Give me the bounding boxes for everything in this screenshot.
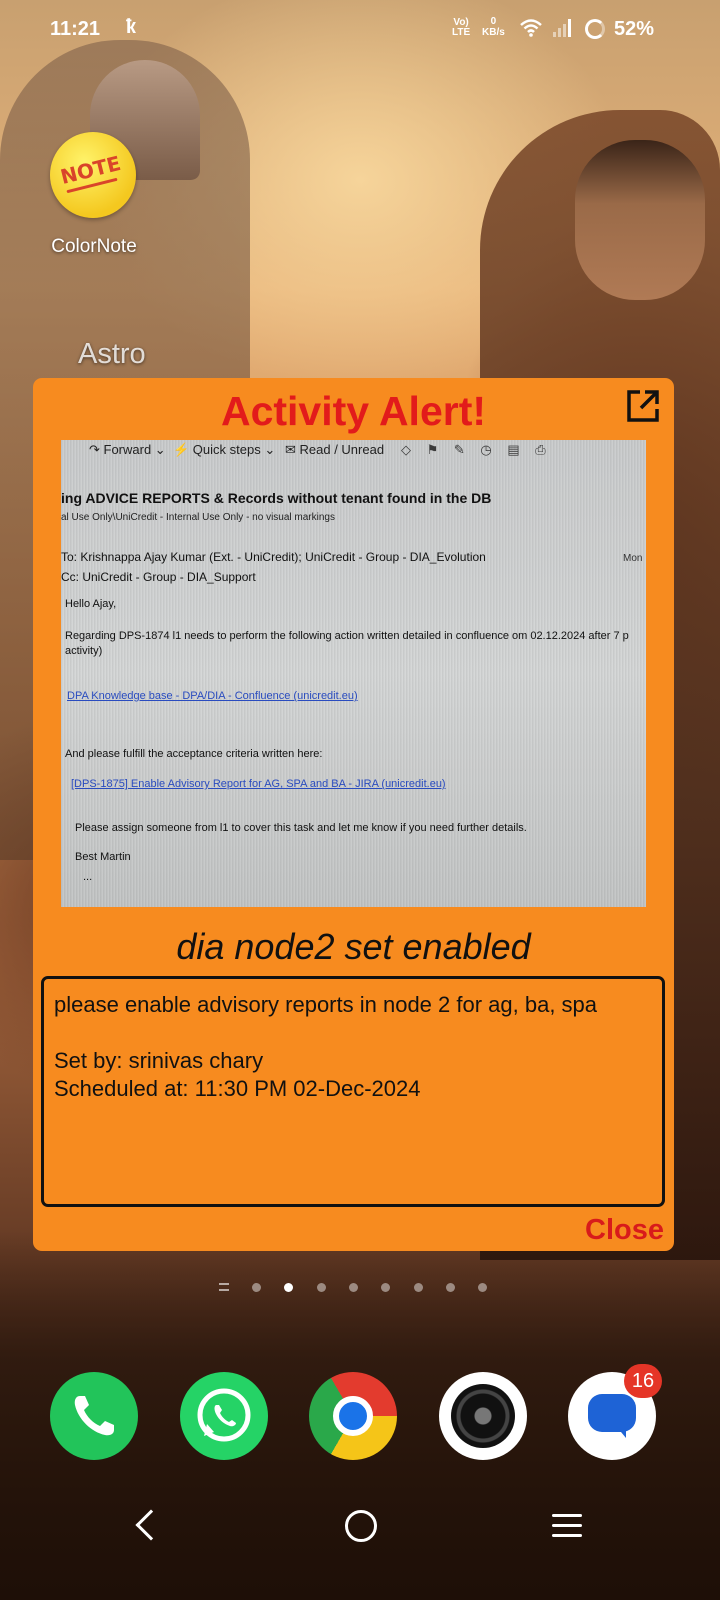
email-sensitivity-label: al Use Only\UniCredit - Internal Use Onl… (61, 512, 335, 523)
activity-alert-dialog: Activity Alert! ↷ Forward ⌄ ⚡ Quick step… (33, 378, 674, 1251)
alert-message-box: please enable advisory reports in node 2… (41, 976, 665, 1207)
email-body-1: Regarding DPS-1874 l1 needs to perform t… (65, 630, 629, 642)
alert-heading: dia node2 set enabled (176, 926, 531, 967)
alert-message-line: please enable advisory reports in node 2… (54, 992, 598, 1017)
speed-value: 0 (490, 16, 497, 27)
page-dot-active (284, 1283, 293, 1292)
phone-glyph (74, 1396, 114, 1436)
page-dot (381, 1283, 390, 1292)
messages-badge: 16 (624, 1364, 662, 1398)
open-external-icon[interactable] (625, 388, 661, 424)
wallpaper-head (575, 140, 705, 300)
whatsapp-glyph (197, 1388, 251, 1442)
chrome-icon[interactable] (309, 1372, 397, 1460)
alert-attached-image: ↷ Forward ⌄ ⚡ Quick steps ⌄ ✉ Read / Unr… (61, 440, 646, 907)
page-dot (446, 1283, 455, 1292)
email-signoff: Best Martin (75, 851, 131, 863)
email-greeting: Hello Ajay, (65, 598, 117, 610)
page-list-icon (219, 1283, 229, 1291)
email-toolbar: ↷ Forward ⌄ ⚡ Quick steps ⌄ ✉ Read / Unr… (61, 440, 646, 462)
page-dot (317, 1283, 326, 1292)
phone-icon[interactable] (50, 1372, 138, 1460)
signal-icon (553, 19, 571, 37)
alert-set-by: Set by: srinivas chary (54, 1048, 264, 1073)
lte-label: LTE (452, 27, 471, 38)
email-quick-steps: ⚡ Quick steps ⌄ (173, 442, 276, 457)
colornote-icon[interactable]: NOTE (50, 132, 136, 218)
status-bar: 11:21 ҟ Vo) LTE 0 KB/s 52% (0, 0, 720, 60)
close-button[interactable]: Close (585, 1214, 664, 1247)
astro-label[interactable]: Astro (78, 338, 146, 371)
camera-icon[interactable] (439, 1372, 527, 1460)
page-dot (414, 1283, 423, 1292)
email-date: Mon (623, 553, 643, 564)
home-icon[interactable] (345, 1510, 377, 1542)
email-forward: ↷ Forward ⌄ (89, 442, 166, 457)
camera-lens (451, 1384, 515, 1448)
email-cc: Cc: UniCredit - Group - DIA_Support (61, 570, 256, 584)
wifi-icon (520, 19, 542, 37)
email-link-jira: [DPS-1875] Enable Advisory Report for AG… (71, 778, 446, 790)
notification-app-icon: ҟ (126, 16, 137, 38)
email-ellipsis: ... (83, 871, 93, 883)
recents-icon[interactable] (552, 1514, 582, 1538)
status-time: 11:21 (50, 18, 101, 40)
page-dot (349, 1283, 358, 1292)
alert-title: Activity Alert! (220, 388, 487, 434)
speed-unit: KB/s (482, 27, 505, 38)
messages-bubble (588, 1394, 636, 1432)
chrome-center (333, 1396, 373, 1436)
email-body-1b: activity) (65, 645, 103, 657)
volte-icon: Vo) LTE (452, 18, 470, 38)
email-subject: ing ADVICE REPORTS & Records without ten… (61, 490, 492, 506)
image-texture (61, 440, 646, 907)
back-icon[interactable] (135, 1509, 167, 1541)
battery-percent: 52% (614, 18, 655, 40)
email-link-confluence: DPA Knowledge base - DPA/DIA - Confluenc… (67, 690, 358, 702)
page-indicator[interactable] (219, 1281, 519, 1295)
page-dot (252, 1283, 261, 1292)
whatsapp-icon[interactable] (180, 1372, 268, 1460)
network-speed: 0 KB/s (482, 16, 505, 38)
messages-bubble-tail (616, 1426, 626, 1438)
email-to: To: Krishnappa Ajay Kumar (Ext. - UniCre… (61, 550, 486, 564)
colornote-label[interactable]: ColorNote (30, 236, 158, 258)
email-body-2: And please fulfill the acceptance criter… (65, 748, 323, 760)
battery-icon (585, 19, 605, 39)
alert-message-line (54, 1019, 652, 1047)
email-read-unread: ✉ Read / Unread (285, 442, 385, 457)
email-body-3: Please assign someone from l1 to cover t… (75, 822, 527, 834)
alert-scheduled-at: Scheduled at: 11:30 PM 02-Dec-2024 (54, 1076, 421, 1101)
email-toolbar-icons: ◇ ⚑ ✎ ◷ ▤ ⎙ (401, 442, 552, 457)
page-dot (478, 1283, 487, 1292)
